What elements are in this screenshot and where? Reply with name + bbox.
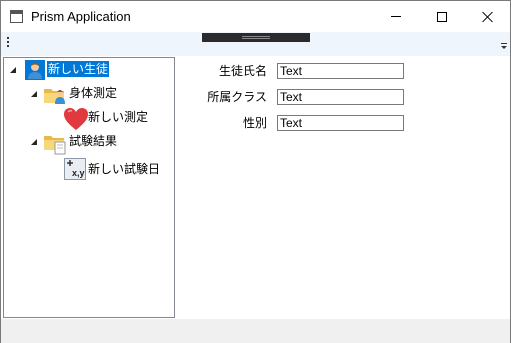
splitter-handle[interactable] [202,33,310,42]
close-icon [482,11,494,23]
minimize-button[interactable] [373,1,419,32]
student-icon [25,60,45,80]
tree-item-label: 身体測定 [69,86,118,100]
gender-label: 性別 [242,116,267,130]
expanded-arrow-icon[interactable] [31,91,37,97]
minimize-icon [391,16,401,17]
maximize-icon [437,11,447,22]
toolbar-overflow-icon[interactable] [500,43,508,51]
tree-item-new-measurement[interactable]: 新しい測定 [4,108,172,130]
tree-item-body-measurement[interactable]: 身体測定 [4,84,172,104]
tree-item-label: 新しい測定 [88,110,149,124]
close-button[interactable] [465,1,511,32]
main-window: Prism Application 新しい生徒 身体測定 新しい測定 試験結果 … [0,0,511,343]
title-bar[interactable]: Prism Application [1,1,510,32]
class-label: 所属クラス [207,90,267,104]
student-name-input[interactable] [277,63,404,79]
tree-item-label: 新しい試験日 [88,162,161,176]
folder-person-icon [44,89,65,104]
expanded-arrow-icon[interactable] [10,67,16,73]
student-name-label: 生徒氏名 [218,64,267,78]
app-window-icon [10,10,23,23]
expanded-arrow-icon[interactable] [31,139,37,145]
toolbar-grip-icon[interactable] [7,37,9,49]
window-title: Prism Application [31,9,131,24]
tree-item-new-test-date[interactable]: x,y 新しい試験日 [4,158,172,180]
heart-icon [64,108,88,130]
tree-view[interactable]: 新しい生徒 身体測定 新しい測定 試験結果 x,y 新しい試験日 [3,57,175,318]
svg-text:x,y: x,y [72,168,85,178]
class-input[interactable] [277,89,404,105]
chart-xy-icon: x,y [64,158,86,180]
gender-input[interactable] [277,115,404,131]
tree-item-test-results[interactable]: 試験結果 [4,132,172,155]
folder-document-icon [44,136,66,155]
tree-item-new-student[interactable]: 新しい生徒 [4,60,172,80]
tree-item-label: 試験結果 [69,134,118,148]
status-bar [1,319,510,343]
maximize-button[interactable] [419,1,465,32]
tree-item-label: 新しい生徒 [47,61,110,77]
